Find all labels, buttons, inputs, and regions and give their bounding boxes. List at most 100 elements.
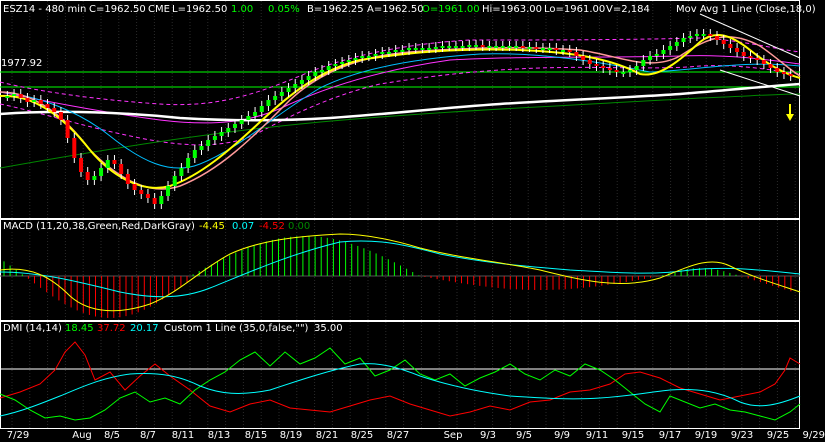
candle bbox=[386, 52, 391, 54]
candle bbox=[266, 100, 271, 106]
candle bbox=[246, 116, 251, 120]
candle bbox=[621, 72, 626, 74]
candle bbox=[547, 48, 552, 50]
macd-pane[interactable] bbox=[0, 233, 801, 318]
candle bbox=[333, 64, 338, 66]
x-axis-label: 9/9 bbox=[553, 430, 571, 441]
candle bbox=[534, 47, 539, 49]
x-axis-label: 9/17 bbox=[658, 430, 682, 441]
x-axis-label: 8/27 bbox=[386, 430, 410, 441]
candle bbox=[132, 184, 137, 190]
candle bbox=[346, 60, 351, 62]
candle bbox=[681, 38, 686, 42]
candle bbox=[125, 174, 130, 184]
candle bbox=[480, 45, 485, 47]
high-value: Hi=1963.00 bbox=[482, 4, 543, 15]
x-axis-label: 8/21 bbox=[315, 430, 339, 441]
macd-histogram bbox=[3, 236, 792, 318]
candle bbox=[366, 56, 371, 58]
x-axis-label: Sep bbox=[443, 430, 463, 441]
candle bbox=[353, 58, 358, 60]
candle bbox=[299, 80, 304, 84]
exchange-label: CME bbox=[148, 4, 170, 15]
candle bbox=[775, 68, 780, 72]
candle bbox=[192, 150, 197, 158]
price-pane[interactable] bbox=[0, 13, 801, 209]
candle bbox=[52, 108, 57, 112]
candle bbox=[373, 54, 378, 56]
x-axis-label: 9/11 bbox=[585, 430, 609, 441]
candle bbox=[634, 66, 639, 70]
dmi-minus-line bbox=[0, 341, 801, 417]
candle bbox=[447, 46, 452, 48]
x-axis-label: 9/5 bbox=[515, 430, 533, 441]
candle bbox=[259, 106, 264, 112]
bid-value: B=1962.25 bbox=[307, 4, 364, 15]
candle bbox=[701, 34, 706, 36]
candle bbox=[119, 164, 124, 174]
x-axis-label: 8/7 bbox=[139, 430, 157, 441]
mov-avg-label: Mov Avg 1 Line (Close,18,0) bbox=[676, 4, 816, 15]
candle bbox=[206, 140, 211, 146]
candle bbox=[453, 46, 458, 48]
candle bbox=[145, 194, 150, 198]
x-axis-label: 7/29 bbox=[6, 430, 30, 441]
candle bbox=[587, 60, 592, 64]
candle bbox=[788, 74, 793, 76]
candle bbox=[226, 128, 231, 132]
adx-line bbox=[0, 363, 801, 417]
candle bbox=[12, 94, 17, 96]
candle bbox=[340, 62, 345, 64]
x-axis-label: 8/13 bbox=[207, 430, 231, 441]
candle bbox=[360, 56, 365, 58]
candle bbox=[239, 120, 244, 124]
dmi-title: DMI (14,14) bbox=[3, 323, 62, 334]
candle bbox=[460, 46, 465, 48]
x-axis-label: 8/19 bbox=[279, 430, 303, 441]
x-axis-label: 9/19 bbox=[694, 430, 718, 441]
x-axis-label: 9/29 bbox=[802, 430, 825, 441]
candle bbox=[567, 50, 572, 52]
pane-borders bbox=[0, 0, 800, 429]
candle bbox=[627, 70, 632, 72]
candle bbox=[440, 46, 445, 48]
candle bbox=[654, 54, 659, 56]
candle bbox=[166, 186, 171, 196]
candle bbox=[413, 48, 418, 50]
candle bbox=[139, 190, 144, 194]
candle bbox=[65, 120, 70, 138]
candle bbox=[199, 146, 204, 150]
x-axis-label: 8/25 bbox=[350, 430, 374, 441]
candle bbox=[159, 196, 164, 204]
lower-band bbox=[0, 65, 801, 146]
candle bbox=[85, 172, 90, 180]
candle bbox=[514, 46, 519, 48]
candle bbox=[748, 56, 753, 58]
pct-change-value: 0.05% bbox=[268, 4, 300, 15]
candle bbox=[433, 47, 438, 49]
candle bbox=[607, 68, 612, 70]
medium-moving-average bbox=[0, 53, 801, 169]
candle bbox=[728, 44, 733, 48]
candle bbox=[32, 100, 37, 102]
candle bbox=[112, 160, 117, 164]
candle bbox=[286, 88, 291, 92]
candle bbox=[581, 56, 586, 60]
candle bbox=[494, 46, 499, 48]
candle bbox=[5, 96, 10, 98]
candle bbox=[668, 46, 673, 50]
candle bbox=[674, 42, 679, 46]
down-arrow-icon bbox=[786, 104, 794, 121]
candle bbox=[326, 66, 331, 70]
candle bbox=[520, 46, 525, 48]
candle bbox=[467, 45, 472, 47]
candle bbox=[253, 112, 258, 116]
candle bbox=[761, 60, 766, 64]
symbol-label: ESZ14 - 480 min bbox=[3, 4, 87, 15]
price-tag: 1977.92 bbox=[1, 58, 43, 69]
adx-value: 20.17 bbox=[130, 323, 159, 334]
dmi-pane[interactable] bbox=[0, 341, 801, 421]
candle bbox=[38, 100, 43, 104]
candle bbox=[393, 50, 398, 52]
candle bbox=[507, 46, 512, 48]
